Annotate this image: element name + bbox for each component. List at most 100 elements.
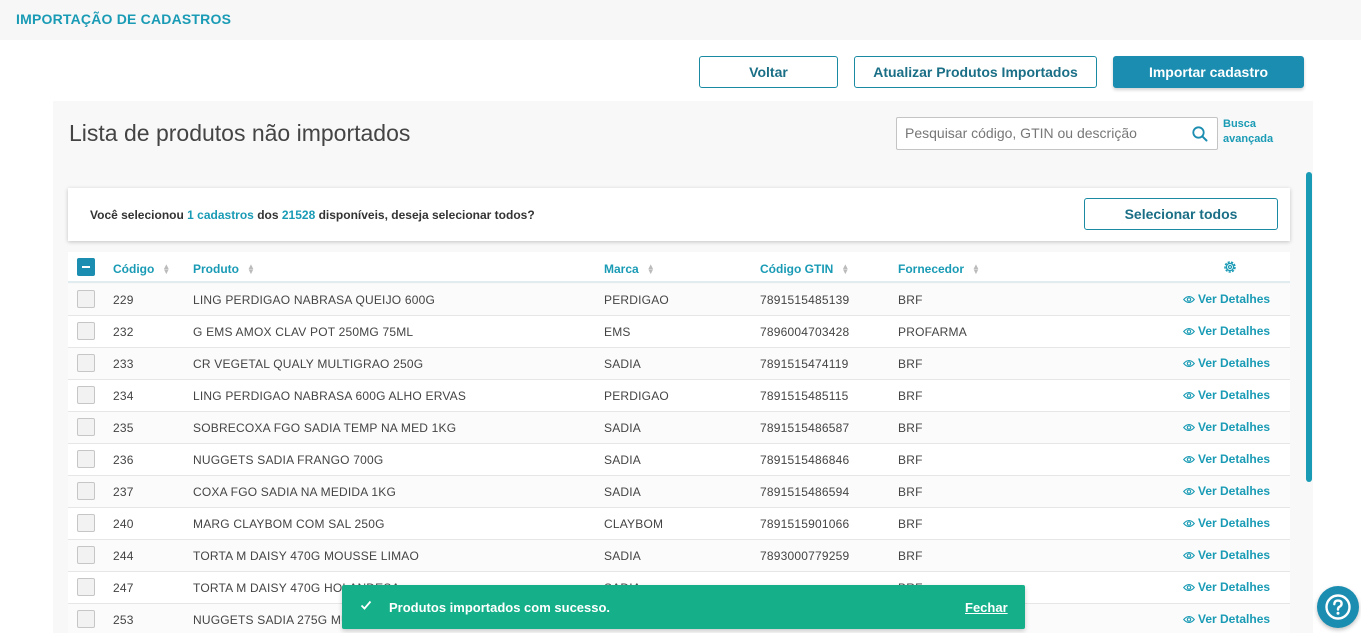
sort-icon: ▲ ▼ <box>247 262 255 276</box>
cell-marca: CLAYBOM <box>604 517 664 531</box>
ver-detalhes-label: Ver Detalhes <box>1198 420 1271 434</box>
row-checkbox[interactable] <box>77 322 95 340</box>
column-produto[interactable]: Produto ▲ ▼ <box>193 262 255 276</box>
voltar-button[interactable]: Voltar <box>699 56 838 88</box>
table-row: 237 COXA FGO SADIA NA MEDIDA 1KG SADIA 7891… <box>68 476 1290 508</box>
row-checkbox[interactable] <box>77 546 95 564</box>
column-fornecedor-label: Fornecedor <box>898 262 965 276</box>
row-checkbox[interactable] <box>77 578 95 596</box>
cell-codigo: 233 <box>113 357 134 371</box>
toast-close-button[interactable]: Fechar <box>965 600 1008 615</box>
selection-prefix: Você selecionou <box>90 208 188 222</box>
cell-codigo: 232 <box>113 325 134 339</box>
table-row: 233 CR VEGETAL QUALY MULTIGRAO 250G SADIA 7… <box>68 348 1290 380</box>
cell-produto: COXA FGO SADIA NA MEDIDA 1KG <box>193 485 396 499</box>
row-checkbox[interactable] <box>77 482 95 500</box>
ver-detalhes-link[interactable]: Ver Detalhes <box>1183 548 1270 562</box>
sort-icon: ▲ ▼ <box>972 262 980 276</box>
cell-marca: SADIA <box>604 357 642 371</box>
page-title: IMPORTAÇÃO DE CADASTROS <box>16 11 232 27</box>
gear-icon[interactable] <box>1222 259 1238 275</box>
ver-detalhes-link[interactable]: Ver Detalhes <box>1183 420 1270 434</box>
ver-detalhes-link[interactable]: Ver Detalhes <box>1183 388 1270 402</box>
help-icon <box>1325 594 1351 620</box>
eye-icon <box>1183 359 1195 367</box>
ver-detalhes-link[interactable]: Ver Detalhes <box>1183 580 1270 594</box>
row-checkbox[interactable] <box>77 418 95 436</box>
eye-icon <box>1183 519 1195 527</box>
eye-icon <box>1183 551 1195 559</box>
search-input[interactable] <box>905 125 1185 141</box>
ver-detalhes-link[interactable]: Ver Detalhes <box>1183 484 1270 498</box>
row-checkbox[interactable] <box>77 386 95 404</box>
row-checkbox[interactable] <box>77 290 95 308</box>
ver-detalhes-label: Ver Detalhes <box>1198 516 1271 530</box>
toast-message: Produtos importados com sucesso. <box>389 600 611 615</box>
cell-gtin: 7896004703428 <box>760 325 850 339</box>
search-box <box>896 117 1218 150</box>
column-codigo-gtin[interactable]: Código GTIN ▲ ▼ <box>760 262 849 276</box>
eye-icon <box>1183 615 1195 623</box>
cell-produto: CR VEGETAL QUALY MULTIGRAO 250G <box>193 357 424 371</box>
cell-produto: NUGGETS SADIA 275G MU <box>193 613 350 627</box>
sort-icon: ▲ ▼ <box>162 262 171 276</box>
column-fornecedor[interactable]: Fornecedor ▲ ▼ <box>898 262 980 276</box>
page-scrollbar[interactable] <box>1306 172 1312 482</box>
ver-detalhes-label: Ver Detalhes <box>1198 452 1271 466</box>
table-row: 235 SOBRECOXA FGO SADIA TEMP NA MED 1KG SA… <box>68 412 1290 444</box>
ver-detalhes-label: Ver Detalhes <box>1198 580 1271 594</box>
ver-detalhes-link[interactable]: Ver Detalhes <box>1183 324 1270 338</box>
table-row: 229 LING PERDIGAO NABRASA QUEIJO 600G PERD… <box>68 284 1290 316</box>
cell-codigo: 234 <box>113 389 134 403</box>
cell-codigo: 240 <box>113 517 134 531</box>
success-toast: Produtos importados com sucesso. Fechar <box>342 585 1025 629</box>
cell-fornecedor: BRF <box>898 357 923 371</box>
cell-produto: LING PERDIGAO NABRASA 600G ALHO ERVAS <box>193 389 467 403</box>
ver-detalhes-label: Ver Detalhes <box>1198 484 1271 498</box>
cell-gtin: 7891515486587 <box>760 421 850 435</box>
ver-detalhes-link[interactable]: Ver Detalhes <box>1183 612 1270 626</box>
eye-icon <box>1183 455 1195 463</box>
cell-fornecedor: BRF <box>898 389 923 403</box>
cell-gtin: 7891515485115 <box>760 389 849 403</box>
top-bar: IMPORTAÇÃO DE CADASTROS <box>0 0 1361 40</box>
ver-detalhes-link[interactable]: Ver Detalhes <box>1183 516 1270 530</box>
row-checkbox[interactable] <box>77 354 95 372</box>
cell-gtin: 7891515485139 <box>760 293 850 307</box>
ver-detalhes-label: Ver Detalhes <box>1198 324 1271 338</box>
advanced-search-line2: avançada <box>1223 133 1274 145</box>
advanced-search-link[interactable]: Busca avançada <box>1223 117 1283 147</box>
ver-detalhes-link[interactable]: Ver Detalhes <box>1183 356 1270 370</box>
eye-icon <box>1183 583 1195 591</box>
advanced-search-line1: Busca <box>1223 118 1257 130</box>
eye-icon <box>1183 327 1195 335</box>
selected-count: 1 cadastros <box>187 208 254 222</box>
cell-fornecedor: PROFARMA <box>898 325 967 339</box>
cell-produto: G EMS AMOX CLAV POT 250MG 75ML <box>193 325 414 339</box>
panel-title: Lista de produtos não importados <box>69 120 411 146</box>
table-row: 232 G EMS AMOX CLAV POT 250MG 75ML EMS 7896… <box>68 316 1290 348</box>
row-checkbox[interactable] <box>77 514 95 532</box>
row-checkbox[interactable] <box>77 450 95 468</box>
select-all-button[interactable]: Selecionar todos <box>1084 198 1278 230</box>
cell-gtin: 7891515474119 <box>760 357 849 371</box>
cell-codigo: 229 <box>113 293 134 307</box>
ver-detalhes-link[interactable]: Ver Detalhes <box>1183 452 1270 466</box>
row-checkbox[interactable] <box>77 610 95 628</box>
table-row: 236 NUGGETS SADIA FRANGO 700G SADIA 7891515… <box>68 444 1290 476</box>
column-marca[interactable]: Marca ▲ ▼ <box>604 262 655 276</box>
cell-marca: SADIA <box>604 421 642 435</box>
cell-marca: SADIA <box>604 485 642 499</box>
cell-fornecedor: BRF <box>898 485 923 499</box>
importar-cadastro-button[interactable]: Importar cadastro <box>1113 56 1304 88</box>
cell-gtin: 7891515486594 <box>760 485 850 499</box>
column-codigo[interactable]: Código ▲ ▼ <box>113 262 170 276</box>
search-icon[interactable] <box>1191 125 1209 143</box>
select-all-checkbox[interactable] <box>77 258 95 276</box>
cell-gtin: 7891515486846 <box>760 453 850 467</box>
help-button[interactable] <box>1317 586 1359 628</box>
cell-gtin: 7893000779259 <box>760 549 850 563</box>
atualizar-produtos-button[interactable]: Atualizar Produtos Importados <box>854 56 1097 88</box>
ver-detalhes-link[interactable]: Ver Detalhes <box>1183 292 1270 306</box>
cell-produto: NUGGETS SADIA FRANGO 700G <box>193 453 384 467</box>
